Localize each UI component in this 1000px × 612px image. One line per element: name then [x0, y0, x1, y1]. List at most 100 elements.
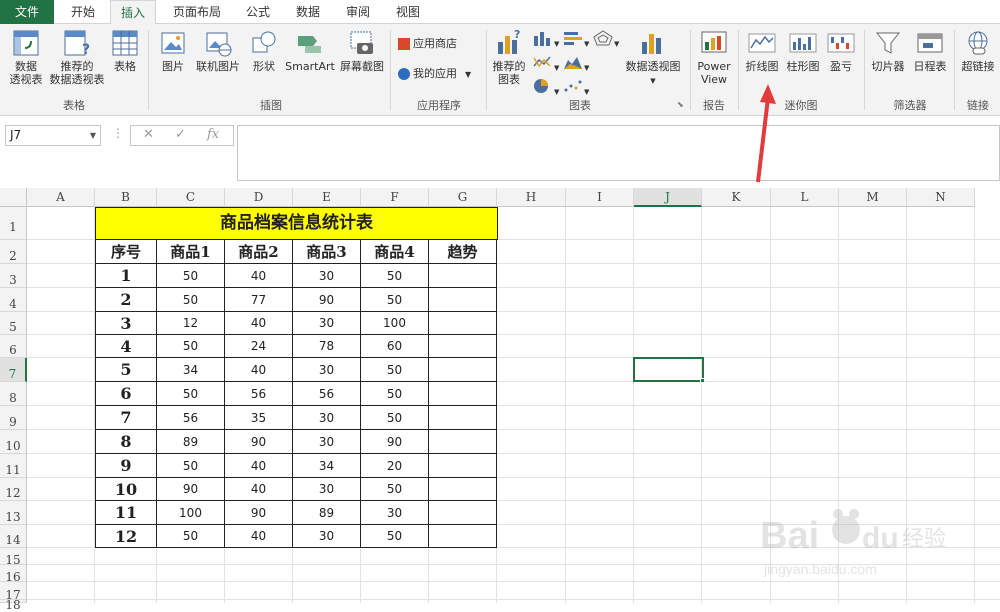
table-header-cell[interactable]: 商品2 [225, 240, 293, 264]
table-cell[interactable]: 34 [157, 358, 225, 382]
table-header-cell[interactable]: 商品4 [361, 240, 429, 264]
table-cell[interactable]: 50 [157, 335, 225, 358]
table-cell[interactable]: 50 [361, 382, 429, 406]
table-cell[interactable]: 77 [225, 288, 293, 312]
row-header-4[interactable]: 4 [0, 288, 27, 312]
column-header-e[interactable]: E [293, 188, 361, 207]
table-cell[interactable]: 40 [225, 358, 293, 382]
row-header-6[interactable]: 6 [0, 335, 27, 358]
table-cell[interactable]: 50 [157, 288, 225, 312]
trend-cell[interactable] [429, 454, 497, 478]
table-cell[interactable]: 40 [225, 264, 293, 288]
trend-cell[interactable] [429, 430, 497, 454]
column-header-k[interactable]: K [702, 188, 771, 207]
row-header-5[interactable]: 5 [0, 312, 27, 335]
column-header-h[interactable]: H [497, 188, 566, 207]
table-cell[interactable]: 35 [225, 406, 293, 430]
trend-cell[interactable] [429, 264, 497, 288]
recommended-charts-button[interactable]: ? 推荐的 图表 [490, 28, 528, 86]
column-header-g[interactable]: G [429, 188, 497, 207]
table-cell[interactable]: 7 [95, 406, 157, 430]
table-cell[interactable]: 12 [157, 312, 225, 335]
tab-home[interactable]: 开始 [58, 0, 108, 24]
table-cell[interactable]: 90 [225, 501, 293, 525]
tab-view[interactable]: 视图 [386, 0, 430, 24]
table-cell[interactable]: 30 [293, 358, 361, 382]
column-header-f[interactable]: F [361, 188, 429, 207]
table-header-cell[interactable]: 趋势 [429, 240, 497, 264]
table-cell[interactable]: 3 [95, 312, 157, 335]
column-header-i[interactable]: I [566, 188, 634, 207]
row-header-7[interactable]: 7 [0, 358, 27, 382]
table-cell[interactable]: 4 [95, 335, 157, 358]
line-chart-dropdown[interactable]: ▼ [532, 54, 559, 76]
table-cell[interactable]: 40 [225, 454, 293, 478]
table-header-cell[interactable]: 序号 [95, 240, 157, 264]
table-cell[interactable]: 2 [95, 288, 157, 312]
table-cell[interactable]: 30 [293, 525, 361, 548]
select-all-corner[interactable] [0, 188, 27, 207]
table-cell[interactable]: 1 [95, 264, 157, 288]
table-cell[interactable]: 50 [361, 264, 429, 288]
formula-input[interactable] [237, 125, 1000, 181]
shapes-button[interactable]: 形状 [246, 28, 282, 73]
table-cell[interactable]: 40 [225, 478, 293, 501]
sparkline-line-button[interactable]: 折线图 [742, 28, 782, 73]
trend-cell[interactable] [429, 335, 497, 358]
trend-cell[interactable] [429, 478, 497, 501]
tab-page-layout[interactable]: 页面布局 [162, 0, 232, 24]
pivottable-button[interactable]: 数据 透视表 [4, 28, 48, 86]
area-chart-dropdown[interactable]: ▼ [562, 54, 589, 76]
row-header-16[interactable]: 16 [0, 565, 27, 584]
table-cell[interactable]: 40 [225, 312, 293, 335]
trend-cell[interactable] [429, 358, 497, 382]
confirm-icon[interactable]: ✓ [175, 127, 186, 142]
timeline-button[interactable]: 日程表 [910, 28, 950, 73]
column-header-n[interactable]: N [907, 188, 975, 207]
smartart-button[interactable]: SmartArt [284, 28, 336, 73]
table-cell[interactable]: 50 [157, 264, 225, 288]
row-header-13[interactable]: 13 [0, 501, 27, 525]
table-cell[interactable]: 90 [157, 478, 225, 501]
name-box[interactable]: J7 ▼ [5, 125, 101, 146]
column-chart-dropdown[interactable]: ▼ [532, 30, 559, 52]
table-cell[interactable]: 60 [361, 335, 429, 358]
table-cell[interactable]: 90 [293, 288, 361, 312]
sparkline-winloss-button[interactable]: 盈亏 [824, 28, 858, 73]
pivotchart-button[interactable]: 数据透视图 ▼ [620, 28, 686, 88]
tab-insert[interactable]: 插入 [110, 0, 156, 25]
table-cell[interactable]: 6 [95, 382, 157, 406]
table-cell[interactable]: 50 [361, 406, 429, 430]
table-cell[interactable]: 11 [95, 501, 157, 525]
table-button[interactable]: 表格 [108, 28, 142, 73]
tab-data[interactable]: 数据 [286, 0, 330, 24]
table-cell[interactable]: 89 [293, 501, 361, 525]
table-header-cell[interactable]: 商品3 [293, 240, 361, 264]
table-cell[interactable]: 12 [95, 525, 157, 548]
online-pictures-button[interactable]: 联机图片 [192, 28, 244, 73]
trend-cell[interactable] [429, 382, 497, 406]
table-cell[interactable]: 8 [95, 430, 157, 454]
column-header-m[interactable]: M [839, 188, 907, 207]
row-header-14[interactable]: 14 [0, 525, 27, 548]
recommended-pivottables-button[interactable]: ? 推荐的 数据透视表 [48, 28, 106, 86]
table-header-cell[interactable]: 商品1 [157, 240, 225, 264]
radar-chart-dropdown[interactable]: ▼ [592, 30, 619, 52]
store-button[interactable]: 应用商店 [398, 36, 457, 52]
dialog-launcher-icon[interactable]: ⬊ [677, 100, 684, 109]
row-header-11[interactable]: 11 [0, 454, 27, 478]
table-cell[interactable]: 100 [157, 501, 225, 525]
table-cell[interactable]: 30 [293, 430, 361, 454]
tab-review[interactable]: 审阅 [336, 0, 380, 24]
chevron-down-icon[interactable]: ▼ [90, 126, 96, 145]
tab-formulas[interactable]: 公式 [236, 0, 280, 24]
table-cell[interactable]: 34 [293, 454, 361, 478]
table-cell[interactable]: 56 [157, 406, 225, 430]
bar-chart-dropdown[interactable]: ▼ [562, 30, 589, 52]
table-cell[interactable]: 50 [361, 478, 429, 501]
table-cell[interactable]: 30 [293, 406, 361, 430]
selected-cell-j7[interactable] [633, 357, 704, 382]
insert-function-icon[interactable]: fx [207, 127, 219, 142]
hyperlink-button[interactable]: 超链接 [958, 28, 998, 73]
table-cell[interactable]: 5 [95, 358, 157, 382]
